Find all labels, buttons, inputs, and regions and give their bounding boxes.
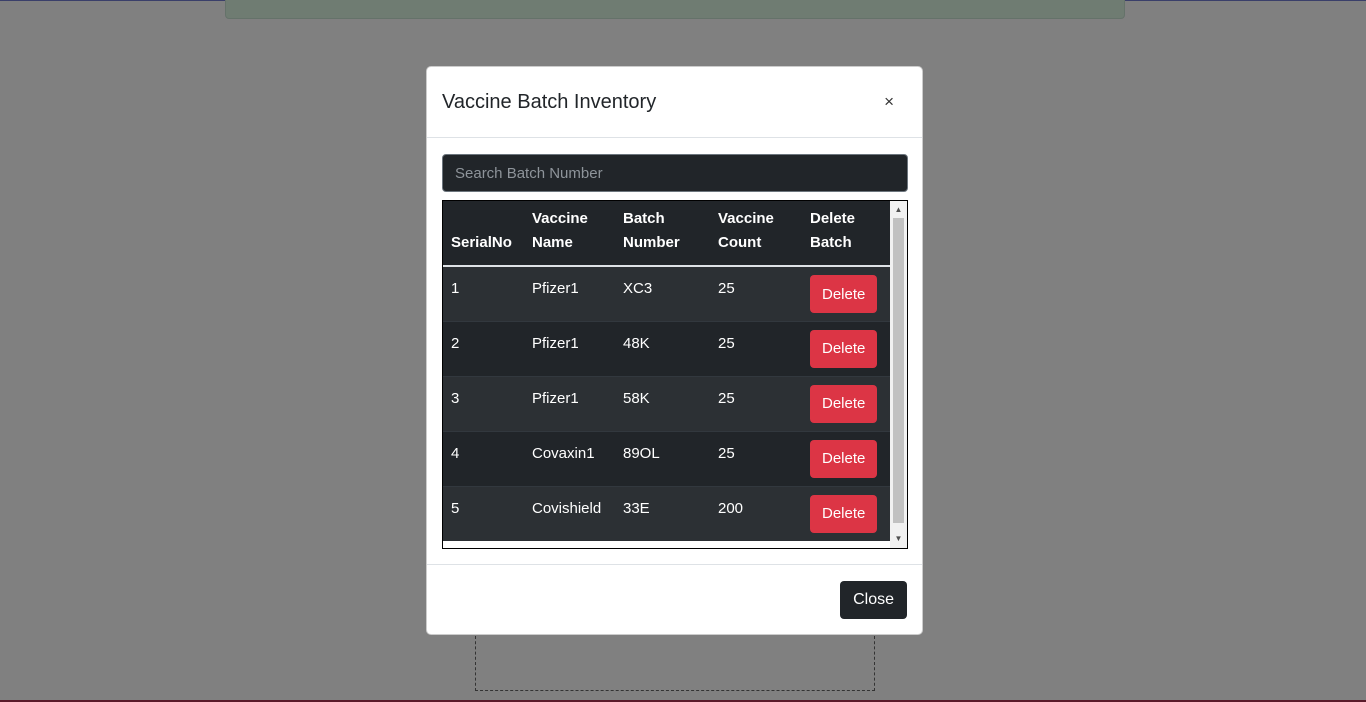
batch-table-container: SerialNo Vaccine Name Batch Number Vacci… <box>442 200 908 549</box>
batch-table: SerialNo Vaccine Name Batch Number Vacci… <box>443 201 891 541</box>
modal-title: Vaccine Batch Inventory <box>442 91 657 113</box>
cell-vaccine-name: Covishield <box>532 499 602 517</box>
cell-serial: 1 <box>451 280 460 297</box>
table-row: 5 Covishield 33E 200 Delete <box>443 486 891 541</box>
table-header-row: SerialNo Vaccine Name Batch Number Vacci… <box>443 201 891 267</box>
table-row: 1 Pfizer1 XC3 25 Delete <box>443 266 891 321</box>
cell-serial: 5 <box>451 499 460 517</box>
cell-batch-number: 58K <box>623 389 650 407</box>
header-batch-number: Batch Number <box>615 201 710 267</box>
background-dashed-box <box>475 636 875 691</box>
table-row: 3 Pfizer1 58K 25 Delete <box>443 376 891 431</box>
scroll-down-arrow-icon[interactable]: ▼ <box>890 532 907 546</box>
header-serialno: SerialNo <box>443 201 524 267</box>
cell-batch-number: 33E <box>623 499 650 517</box>
cell-serial: 4 <box>451 444 460 462</box>
cell-vaccine-name: Pfizer1 <box>532 389 579 407</box>
cell-vaccine-count: 25 <box>718 280 735 297</box>
header-delete-batch: Delete Batch <box>802 201 891 267</box>
modal-body: SerialNo Vaccine Name Batch Number Vacci… <box>427 138 922 566</box>
search-batch-input[interactable] <box>442 154 908 192</box>
cell-vaccine-count: 25 <box>718 389 735 407</box>
cell-batch-number: 89OL <box>623 444 660 462</box>
vaccine-batch-modal: Vaccine Batch Inventory × SerialNo Vacci… <box>426 66 923 635</box>
header-vaccine-count: Vaccine Count <box>710 201 802 267</box>
cell-delete: Delete <box>802 266 891 321</box>
scrollbar-thumb[interactable] <box>893 218 904 523</box>
cell-vaccine-name: Pfizer1 <box>532 334 579 352</box>
close-icon[interactable]: × <box>884 92 894 112</box>
delete-button[interactable]: Delete <box>810 439 878 478</box>
table-scrollbar[interactable]: ▲ ▼ <box>890 201 907 548</box>
table-row: 2 Pfizer1 48K 25 Delete <box>443 321 891 376</box>
modal-header: Vaccine Batch Inventory × <box>427 67 922 138</box>
cell-batch-number: XC3 <box>623 280 653 297</box>
cell-vaccine-count: 25 <box>718 334 735 352</box>
delete-button[interactable]: Delete <box>810 275 878 313</box>
delete-button[interactable]: Delete <box>810 494 878 533</box>
cell-serial: 3 <box>451 389 460 407</box>
cell-delete: Delete <box>802 486 891 541</box>
delete-button[interactable]: Delete <box>810 384 878 423</box>
cell-delete: Delete <box>802 376 891 431</box>
delete-button[interactable]: Delete <box>810 329 878 368</box>
cell-batch-number: 48K <box>623 334 650 352</box>
cell-vaccine-count: 25 <box>718 444 735 462</box>
cell-vaccine-name: Pfizer1 <box>532 280 579 297</box>
table-row: 4 Covaxin1 89OL 25 Delete <box>443 431 891 486</box>
header-vaccine-name: Vaccine Name <box>524 201 615 267</box>
cell-serial: 2 <box>451 334 460 352</box>
scroll-up-arrow-icon[interactable]: ▲ <box>890 203 907 217</box>
background-header-bar <box>225 0 1125 19</box>
cell-vaccine-name: Covaxin1 <box>532 444 595 462</box>
close-button[interactable]: Close <box>840 581 907 619</box>
cell-delete: Delete <box>802 321 891 376</box>
modal-footer: Close <box>427 564 922 634</box>
cell-delete: Delete <box>802 431 891 486</box>
cell-vaccine-count: 200 <box>718 499 744 517</box>
